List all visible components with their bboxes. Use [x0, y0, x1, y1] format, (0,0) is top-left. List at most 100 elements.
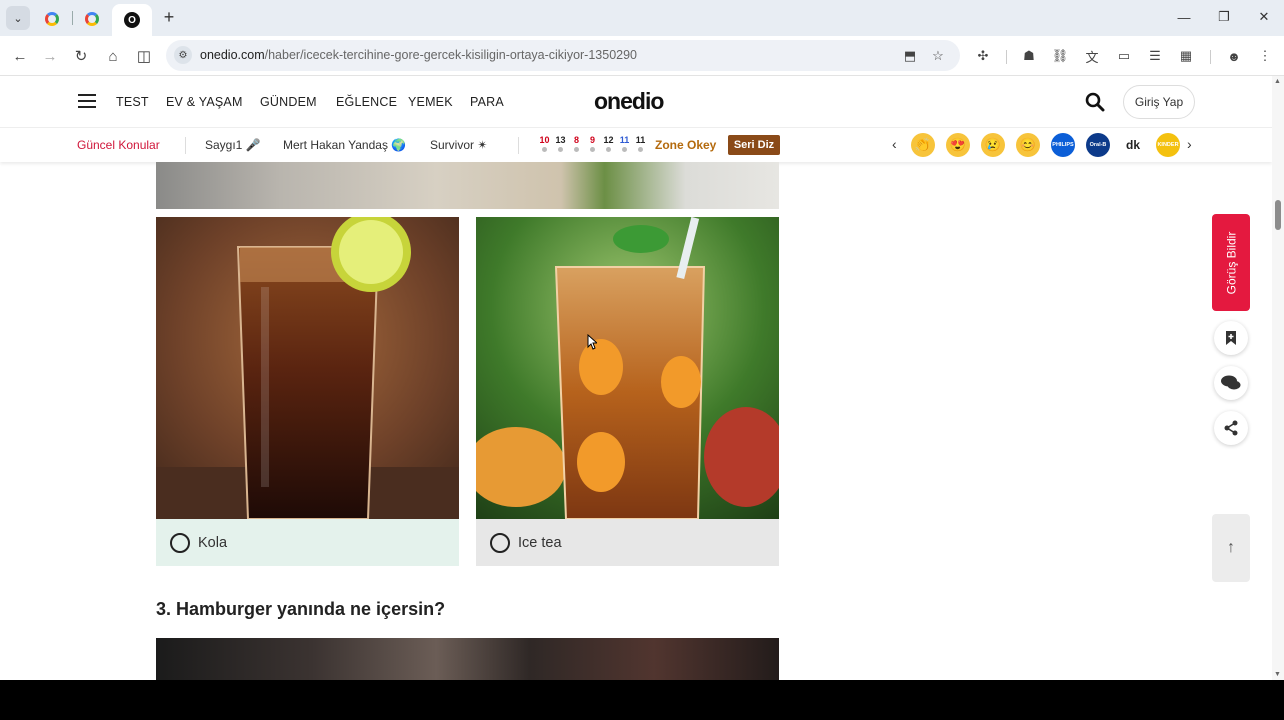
split-view-button[interactable]: ◫: [132, 44, 156, 68]
minimize-button[interactable]: —: [1173, 6, 1195, 28]
reload-button[interactable]: ↻: [69, 44, 93, 68]
home-button[interactable]: ⌂: [101, 44, 125, 68]
comments-button[interactable]: [1214, 366, 1248, 400]
bookmark-add-icon: [1226, 331, 1236, 345]
nav-test[interactable]: TEST: [116, 95, 149, 109]
okey-number-tiles[interactable]: 10 13 8 9 12 11 11: [538, 135, 647, 155]
share-button[interactable]: [1214, 411, 1248, 445]
scroll-down-icon[interactable]: ▼: [1274, 671, 1281, 678]
tile-dot: [638, 147, 643, 152]
scroll-to-top-button[interactable]: ↑: [1212, 514, 1250, 582]
option-footer[interactable]: Kola: [156, 519, 459, 566]
incognito-extension-icon[interactable]: ☗: [1017, 44, 1041, 68]
okey-tile: 10: [538, 135, 551, 155]
nav-yemek[interactable]: YEMEK: [408, 95, 453, 109]
option-footer[interactable]: Ice tea: [476, 519, 779, 566]
topic-saygi1[interactable]: Saygı1 🎤: [205, 138, 261, 152]
divider: [185, 137, 186, 154]
site-header: TEST EV & YAŞAM GÜNDEM EĞLENCE YEMEK PAR…: [0, 76, 1272, 128]
translate-extension-icon[interactable]: 文: [1080, 44, 1104, 68]
nav-gundem[interactable]: GÜNDEM: [260, 95, 317, 109]
bookmark-star-icon[interactable]: ☆: [928, 46, 948, 66]
profile-avatar-icon[interactable]: ☻: [1222, 44, 1246, 68]
toolbar-divider: [1210, 50, 1211, 64]
close-window-button[interactable]: ✕: [1253, 6, 1275, 28]
new-tab-button[interactable]: +: [158, 6, 180, 28]
hamburger-menu-icon[interactable]: [78, 94, 96, 108]
brand-hand-icon[interactable]: 👏: [911, 133, 935, 157]
topic-mert-hakan-yandas[interactable]: Mert Hakan Yandaş 🌍: [283, 138, 406, 152]
brand-oralb-icon[interactable]: Oral-B: [1086, 133, 1110, 157]
zone-okey-label[interactable]: Zone Okey: [655, 138, 716, 152]
restore-button[interactable]: ❐: [1213, 6, 1235, 28]
card-extension-icon[interactable]: ▭: [1112, 44, 1136, 68]
brands-prev-icon[interactable]: ‹: [892, 136, 897, 152]
radio-ice-tea[interactable]: [490, 532, 510, 553]
browser-toolbar: ← → ↻ ⌂ ◫ ⚙ onedio.com/haber/icecek-terc…: [0, 36, 1284, 76]
brands-next-icon[interactable]: ›: [1187, 136, 1192, 152]
tile-dot: [574, 147, 579, 152]
okey-tile: 11: [634, 135, 647, 155]
grid-extension-icon[interactable]: ▦: [1174, 44, 1198, 68]
tab-google-2[interactable]: [81, 8, 103, 30]
onedio-favicon-icon: O: [124, 12, 140, 28]
address-bar[interactable]: ⚙ onedio.com/haber/icecek-tercihine-gore…: [166, 40, 960, 71]
trending-bar: Güncel Konular Saygı1 🎤 Mert Hakan Yanda…: [0, 128, 1272, 162]
feedback-button[interactable]: Görüş Bildir: [1212, 214, 1250, 311]
radio-kola[interactable]: [170, 532, 190, 553]
tab-search-button[interactable]: ⌄: [6, 6, 30, 30]
extensions-icon[interactable]: ✣: [971, 44, 995, 68]
link-extension-icon[interactable]: ⛓: [1048, 44, 1072, 68]
quiz-option-kola[interactable]: Kola: [156, 217, 459, 566]
save-bookmark-button[interactable]: [1214, 321, 1248, 355]
seri-diz-button[interactable]: Seri Diz: [728, 135, 780, 155]
reader-extension-icon[interactable]: ☰: [1143, 44, 1167, 68]
install-app-icon[interactable]: ⬒: [900, 46, 920, 66]
tile-dot: [590, 147, 595, 152]
nav-para[interactable]: PARA: [470, 95, 504, 109]
brand-love-icon[interactable]: 😍: [946, 133, 970, 157]
google-icon: [85, 12, 99, 26]
topic-survivor[interactable]: Survivor ✴: [430, 138, 487, 152]
address-url[interactable]: onedio.com/haber/icecek-tercihine-gore-g…: [200, 48, 637, 62]
tile-dot: [542, 147, 547, 152]
scrollbar-thumb[interactable]: [1275, 200, 1281, 230]
search-icon[interactable]: [1085, 92, 1105, 112]
feedback-label: Görüş Bildir: [1224, 231, 1238, 294]
tile-dot: [622, 147, 627, 152]
brand-philips-icon[interactable]: PHILIPS: [1051, 133, 1075, 157]
back-button[interactable]: ←: [8, 44, 32, 68]
comments-icon: [1221, 375, 1241, 390]
toolbar-divider: [1006, 50, 1007, 64]
next-question-image: [156, 638, 779, 680]
onedio-logo[interactable]: onedio: [594, 88, 664, 115]
tile-dot: [558, 147, 563, 152]
option-label-ice-tea: Ice tea: [518, 534, 562, 551]
site-info-icon[interactable]: ⚙: [174, 46, 192, 64]
brand-bonus-icon[interactable]: KINDER: [1156, 133, 1180, 157]
tab-onedio-active[interactable]: O: [112, 4, 152, 36]
ice-tea-glass-image: [476, 217, 779, 519]
tab-google-1[interactable]: [41, 8, 63, 30]
nav-ev-yasam[interactable]: EV & YAŞAM: [166, 95, 243, 109]
share-icon: [1224, 420, 1238, 436]
okey-tile: 13: [554, 135, 567, 155]
brand-happy-icon[interactable]: 😊: [1016, 133, 1040, 157]
scroll-up-icon[interactable]: ▲: [1274, 78, 1281, 85]
nav-eglence[interactable]: EĞLENCE: [336, 95, 397, 109]
browser-menu-icon[interactable]: ⋮: [1253, 44, 1277, 68]
google-icon: [45, 12, 59, 26]
brand-sad-icon[interactable]: 😢: [981, 133, 1005, 157]
login-button[interactable]: Giriş Yap: [1123, 85, 1195, 119]
quiz-option-ice-tea[interactable]: Ice tea: [476, 217, 779, 566]
brand-dk-icon[interactable]: dk: [1121, 133, 1145, 157]
forward-button[interactable]: →: [38, 44, 62, 68]
divider: [518, 137, 519, 154]
mouse-cursor-icon: [587, 334, 597, 350]
trending-title: Güncel Konular: [77, 138, 160, 152]
okey-tile: 8: [570, 135, 583, 155]
tab-divider: [72, 11, 73, 25]
question-title: 3. Hamburger yanında ne içersin?: [156, 599, 446, 619]
page-scrollbar[interactable]: ▲ ▼: [1272, 76, 1284, 680]
okey-tile: 11: [618, 135, 631, 155]
